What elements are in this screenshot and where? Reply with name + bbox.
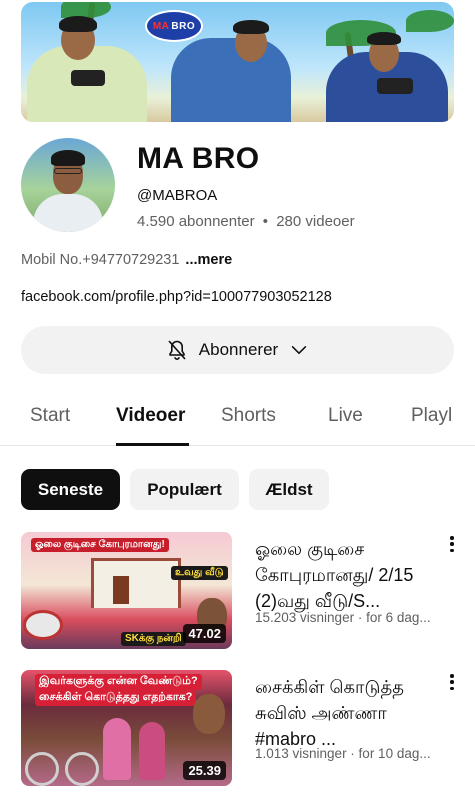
- tab-live[interactable]: Live: [328, 405, 363, 427]
- thumb-pot: [23, 610, 63, 640]
- palm-leaf: [61, 2, 111, 18]
- channel-link[interactable]: facebook.com/profile.php?id=100077903052…: [21, 289, 332, 305]
- subscriber-count: 4.590 abonnenter: [137, 213, 255, 230]
- thumb-caption: சைக்கிள் கொடுத்தது எதற்காக?: [35, 690, 197, 706]
- subscribe-button[interactable]: Abonnerer: [21, 326, 454, 374]
- video-item[interactable]: ஓலை குடிசை கோபுரமானது! உவது வீடு SKக்கு …: [21, 532, 454, 652]
- thumb-wheel: [65, 752, 99, 786]
- active-tab-indicator: [116, 443, 189, 446]
- video-meta: 1.013 visninger · for 10 dag...: [255, 746, 431, 761]
- camera-icon: [377, 78, 413, 94]
- video-duration: 47.02: [183, 624, 226, 643]
- tab-start[interactable]: Start: [30, 405, 70, 427]
- person-right-hair: [367, 32, 401, 45]
- thumb-caption: ஓலை குடிசை கோபுரமானது!: [31, 538, 169, 552]
- chip-popular[interactable]: Populært: [130, 469, 239, 510]
- avatar-glasses: [54, 168, 82, 174]
- channel-description[interactable]: Mobil No.+94770729231 ...mere: [21, 252, 232, 268]
- stats-separator: •: [262, 213, 269, 230]
- thumb-house: [91, 558, 181, 608]
- video-meta: 15.203 visninger · for 6 dag...: [255, 610, 431, 625]
- video-title[interactable]: சைக்கிள் கொடுத்த சுவிஸ் அண்ணா #mabro ...: [255, 674, 439, 752]
- tab-videos[interactable]: Videoer: [116, 405, 185, 427]
- more-options-icon[interactable]: [446, 672, 458, 692]
- person-middle: [171, 38, 291, 122]
- thumb-caption: SKக்கு நன்றி: [121, 632, 186, 646]
- channel-tabs: Start Videoer Shorts Live Playl: [0, 388, 475, 446]
- avatar-hair: [51, 150, 85, 166]
- chip-latest[interactable]: Seneste: [21, 469, 120, 510]
- channel-logo: MA BRO: [145, 10, 203, 42]
- tab-shorts[interactable]: Shorts: [221, 405, 276, 427]
- logo-suffix: BRO: [171, 20, 196, 32]
- bell-off-icon: [168, 340, 186, 360]
- channel-handle: @MABROA: [137, 187, 218, 204]
- more-options-icon[interactable]: [446, 534, 458, 554]
- palm-leaf: [406, 10, 454, 32]
- person-left-hair: [59, 16, 97, 32]
- subscribe-label: Abonnerer: [198, 340, 279, 359]
- thumb-caption: இவர்களுக்கு என்ன வேண்டும்?: [35, 674, 202, 690]
- channel-banner: MA BRO: [21, 2, 454, 122]
- thumb-person: [139, 722, 165, 780]
- video-title[interactable]: ஓலை குடிசை கோபுரமானது/ 2/15 (2)வது வீடு/…: [255, 536, 439, 614]
- thumb-door: [113, 576, 129, 604]
- avatar-body: [33, 194, 103, 232]
- logo-prefix: MA: [152, 20, 170, 32]
- video-thumbnail[interactable]: ஓலை குடிசை கோபுரமானது! உவது வீடு SKக்கு …: [21, 532, 232, 649]
- video-thumbnail[interactable]: இவர்களுக்கு என்ன வேண்டும்? சைக்கிள் கொடு…: [21, 670, 232, 786]
- channel-stats: 4.590 abonnenter • 280 videoer: [137, 213, 355, 230]
- camera-icon: [71, 70, 105, 86]
- thumb-person: [103, 718, 131, 780]
- channel-name: MA BRO: [137, 142, 260, 175]
- more-link[interactable]: ...mere: [185, 252, 232, 268]
- channel-avatar[interactable]: [21, 138, 115, 232]
- person-middle-hair: [233, 20, 269, 34]
- thumb-caption: உவது வீடு: [171, 566, 228, 580]
- thumb-face: [193, 694, 225, 734]
- chevron-down-icon: [291, 346, 307, 354]
- video-item[interactable]: இவர்களுக்கு என்ன வேண்டும்? சைக்கிள் கொடு…: [21, 670, 454, 790]
- video-duration: 25.39: [183, 761, 226, 780]
- tab-playlists[interactable]: Playl: [411, 405, 475, 427]
- thumb-wheel: [25, 752, 59, 786]
- chip-oldest[interactable]: Ældst: [249, 469, 329, 510]
- description-text: Mobil No.+94770729231: [21, 252, 180, 268]
- video-count: 280 videoer: [276, 213, 355, 230]
